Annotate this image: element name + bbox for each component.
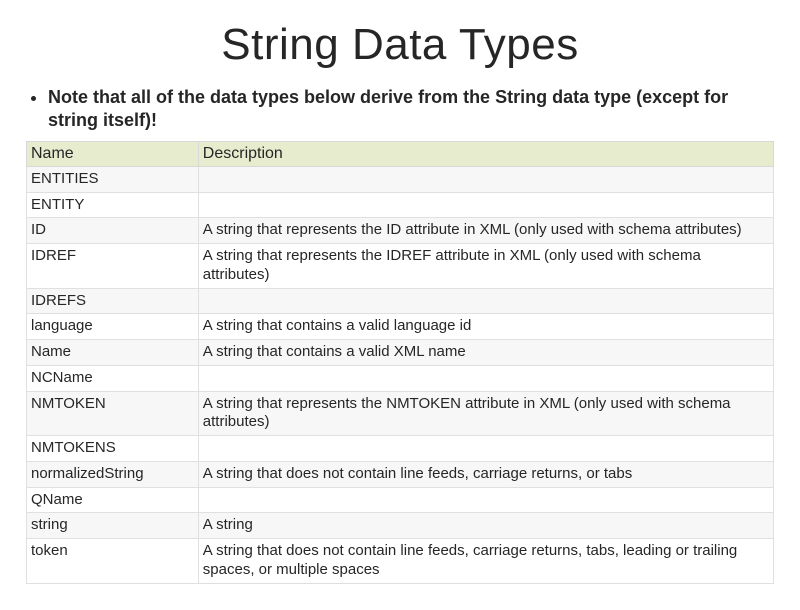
datatype-table: Name Description ENTITIESENTITYIDA strin… [26, 141, 774, 584]
cell-name: ENTITY [27, 192, 199, 218]
table-row: ENTITY [27, 192, 774, 218]
cell-name: NMTOKEN [27, 391, 199, 436]
cell-name: string [27, 513, 199, 539]
cell-name: ENTITIES [27, 166, 199, 192]
slide-content: String Data Types Note that all of the d… [0, 0, 800, 610]
cell-description: A string that represents the NMTOKEN att… [198, 391, 773, 436]
note-item: Note that all of the data types below de… [48, 86, 774, 133]
page-title: String Data Types [26, 20, 774, 70]
table-row: tokenA string that does not contain line… [27, 539, 774, 584]
cell-name: IDREF [27, 244, 199, 289]
cell-description: A string that contains a valid XML name [198, 340, 773, 366]
cell-description: A string that contains a valid language … [198, 314, 773, 340]
table-row: NameA string that contains a valid XML n… [27, 340, 774, 366]
table-row: NMTOKENA string that represents the NMTO… [27, 391, 774, 436]
cell-name: ID [27, 218, 199, 244]
cell-name: IDREFS [27, 288, 199, 314]
header-name: Name [27, 141, 199, 166]
table-row: IDREFS [27, 288, 774, 314]
cell-description [198, 365, 773, 391]
cell-name: Name [27, 340, 199, 366]
cell-description: A string that represents the IDREF attri… [198, 244, 773, 289]
cell-name: NCName [27, 365, 199, 391]
table-row: NMTOKENS [27, 436, 774, 462]
header-description: Description [198, 141, 773, 166]
table-header-row: Name Description [27, 141, 774, 166]
cell-name: language [27, 314, 199, 340]
table-row: stringA string [27, 513, 774, 539]
table-row: IDREFA string that represents the IDREF … [27, 244, 774, 289]
table-row: ENTITIES [27, 166, 774, 192]
table-row: QName [27, 487, 774, 513]
cell-description: A string that represents the ID attribut… [198, 218, 773, 244]
cell-name: token [27, 539, 199, 584]
note-list: Note that all of the data types below de… [26, 86, 774, 133]
cell-description: A string that does not contain line feed… [198, 461, 773, 487]
table-row: NCName [27, 365, 774, 391]
cell-description [198, 192, 773, 218]
cell-name: QName [27, 487, 199, 513]
cell-name: NMTOKENS [27, 436, 199, 462]
cell-description [198, 487, 773, 513]
cell-description: A string [198, 513, 773, 539]
table-row: IDA string that represents the ID attrib… [27, 218, 774, 244]
table-row: normalizedStringA string that does not c… [27, 461, 774, 487]
cell-description: A string that does not contain line feed… [198, 539, 773, 584]
table-row: languageA string that contains a valid l… [27, 314, 774, 340]
cell-name: normalizedString [27, 461, 199, 487]
cell-description [198, 288, 773, 314]
cell-description [198, 436, 773, 462]
cell-description [198, 166, 773, 192]
